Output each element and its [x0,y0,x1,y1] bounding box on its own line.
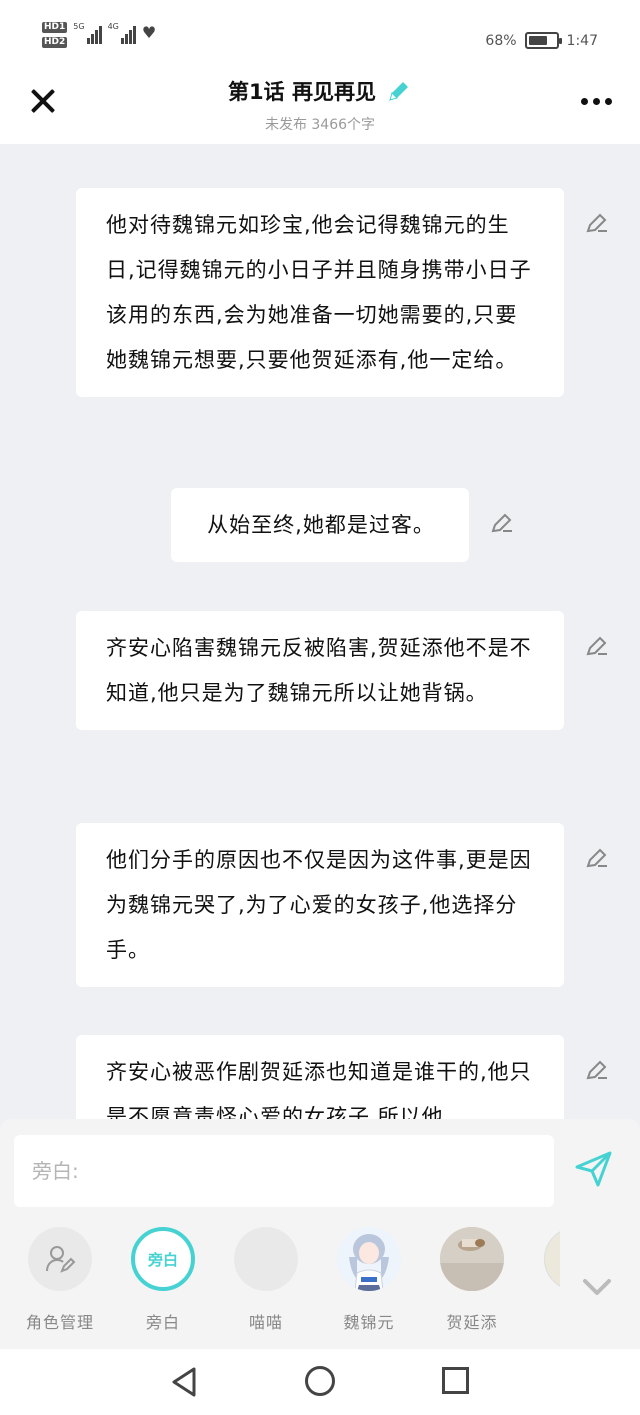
message-text: 齐安心被恶作剧贺延添也知道是谁干的,他只是不愿意责怪心爱的女孩子,所以他 [106,1060,532,1119]
battery-percent: 68% [485,32,517,49]
role-label: 旁白 [145,1313,180,1332]
home-circle-icon[interactable] [305,1366,335,1396]
narrator-avatar: 旁白 [131,1227,195,1291]
hd2-badge: HD2 [42,37,68,48]
message-text: 他们分手的原因也不仅是因为这件事,更是因为魏锦元哭了,为了心爱的女孩子,他选择分… [106,848,532,962]
role-wei-jinyuan[interactable]: 魏锦元 [324,1227,414,1333]
edit-message-icon[interactable] [489,510,515,536]
wei-jinyuan-avatar [337,1227,401,1291]
chapter-status: 未发布 3466个字 [264,117,376,133]
chevron-down-icon[interactable] [582,1277,612,1297]
photo-avatar-icon [440,1227,504,1291]
signal-5g-label: 5G [73,22,85,31]
hd1-badge: HD1 [42,22,68,33]
role-label: 贺延添 [446,1313,498,1332]
signal-5g-icon: 5G [73,22,102,44]
more-options-icon[interactable] [581,98,612,105]
message-card[interactable]: 从始至终,她都是过客。 [171,488,469,562]
narration-input[interactable]: 旁白: [14,1135,554,1207]
clock-time: 1:47 [566,32,598,49]
status-right: 68% 1:47 [485,32,598,49]
send-icon[interactable] [574,1149,614,1189]
message-card[interactable]: 他对待魏锦元如珍宝,他会记得魏锦元的生日,记得魏锦元的小日子并且随身携带小日子该… [76,188,564,397]
recents-square-icon[interactable] [442,1367,469,1394]
message-list[interactable]: 他对待魏锦元如珍宝,他会记得魏锦元的生日,记得魏锦元的小日子并且随身携带小日子该… [0,144,640,1119]
signal-group: HD1 HD2 5G 4G ♥ [42,22,156,48]
chapter-header: 第1话 再见再见 未发布 3466个字 [0,70,640,144]
role-manage-button[interactable]: 角色管理 [15,1227,105,1333]
battery-icon [524,32,562,49]
signal-4g-label: 4G [107,22,119,31]
status-bar: HD1 HD2 5G 4G ♥ 68% 1:47 [0,0,640,70]
chapter-title: 第1话 再见再见 [228,80,376,104]
narrator-avatar-text: 旁白 [147,1250,178,1269]
role-manage-avatar [28,1227,92,1291]
role-label: 角色管理 [25,1313,94,1332]
title-row: 第1话 再见再见 [0,76,640,106]
message-card[interactable]: 齐安心被恶作剧贺延添也知道是谁干的,他只是不愿意责怪心爱的女孩子,所以他 [76,1035,564,1119]
health-heart-icon: ♥ [141,23,157,42]
role-selector: 角色管理 旁白 旁白 喵喵 魏锦元 贺延添 [0,1227,640,1337]
system-nav-bar [0,1349,640,1415]
message-text: 他对待魏锦元如珍宝,他会记得魏锦元的生日,记得魏锦元的小日子并且随身携带小日子该… [106,213,532,372]
role-partial[interactable] [530,1227,560,1291]
role-label: 魏锦元 [343,1313,395,1332]
partial-avatar [544,1227,560,1291]
message-card[interactable]: 齐安心陷害魏锦元反被陷害,贺延添他不是不知道,他只是为了魏锦元所以让她背锅。 [76,611,564,730]
edit-message-icon[interactable] [584,1057,610,1083]
anime-girl-portrait-icon [337,1227,401,1291]
edit-message-icon[interactable] [584,210,610,236]
edit-message-icon[interactable] [584,633,610,659]
back-triangle-icon[interactable] [170,1366,198,1398]
message-text: 从始至终,她都是过客。 [207,513,435,537]
role-narrator[interactable]: 旁白 旁白 [118,1227,208,1333]
composer-panel: 旁白: 角色管理 旁白 旁白 喵喵 魏锦元 贺延添 [0,1119,640,1349]
he-yantian-avatar [440,1227,504,1291]
message-card[interactable]: 他们分手的原因也不仅是因为这件事,更是因为魏锦元哭了,为了心爱的女孩子,他选择分… [76,823,564,987]
role-he-yantian[interactable]: 贺延添 [427,1227,517,1333]
edit-title-pencil-icon[interactable] [386,78,412,104]
role-manage-icon [46,1246,76,1273]
edit-message-icon[interactable] [584,845,610,871]
role-label: 喵喵 [248,1313,283,1332]
role-miaomiao[interactable]: 喵喵 [221,1227,311,1333]
chapter-title-group: 第1话 再见再见 [228,76,412,106]
message-text: 齐安心陷害魏锦元反被陷害,贺延添他不是不知道,他只是为了魏锦元所以让她背锅。 [106,636,532,705]
signal-4g-icon: 4G [108,22,136,44]
miaomiao-avatar [234,1227,298,1291]
